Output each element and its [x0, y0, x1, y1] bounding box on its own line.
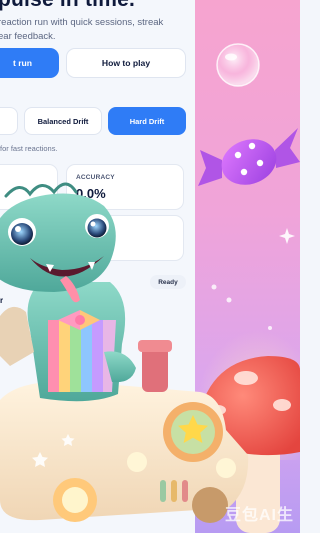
- accuracy-card: ACCURACY 0.0%: [66, 164, 184, 210]
- game-page: pulse in time. reaction run with quick s…: [0, 0, 195, 533]
- stat-card-left: [0, 164, 58, 210]
- difficulty-option-hidden[interactable]: [0, 107, 18, 135]
- page-headline: pulse in time.: [0, 0, 135, 12]
- accuracy-value: 0.0%: [76, 186, 106, 201]
- partial-text-b: e n: [0, 349, 8, 358]
- stat-card-lower: [66, 215, 184, 261]
- page-subtitle: reaction run with quick sessions, streak…: [0, 17, 164, 42]
- accuracy-label: ACCURACY: [76, 174, 115, 181]
- watermark: 豆包AI生: [224, 507, 294, 524]
- difficulty-option-balanced[interactable]: Balanced Drift: [24, 107, 102, 135]
- pink-scene-background: [195, 0, 300, 533]
- scene-glow: [195, 330, 300, 460]
- start-run-button[interactable]: t run: [0, 48, 59, 78]
- difficulty-option-hard[interactable]: Hard Drift: [108, 107, 186, 135]
- difficulty-hint: for fast reactions.: [0, 144, 58, 153]
- partial-text-a: r: [0, 296, 4, 305]
- status-badge: Ready: [150, 275, 186, 289]
- how-to-play-button[interactable]: How to play: [66, 48, 186, 78]
